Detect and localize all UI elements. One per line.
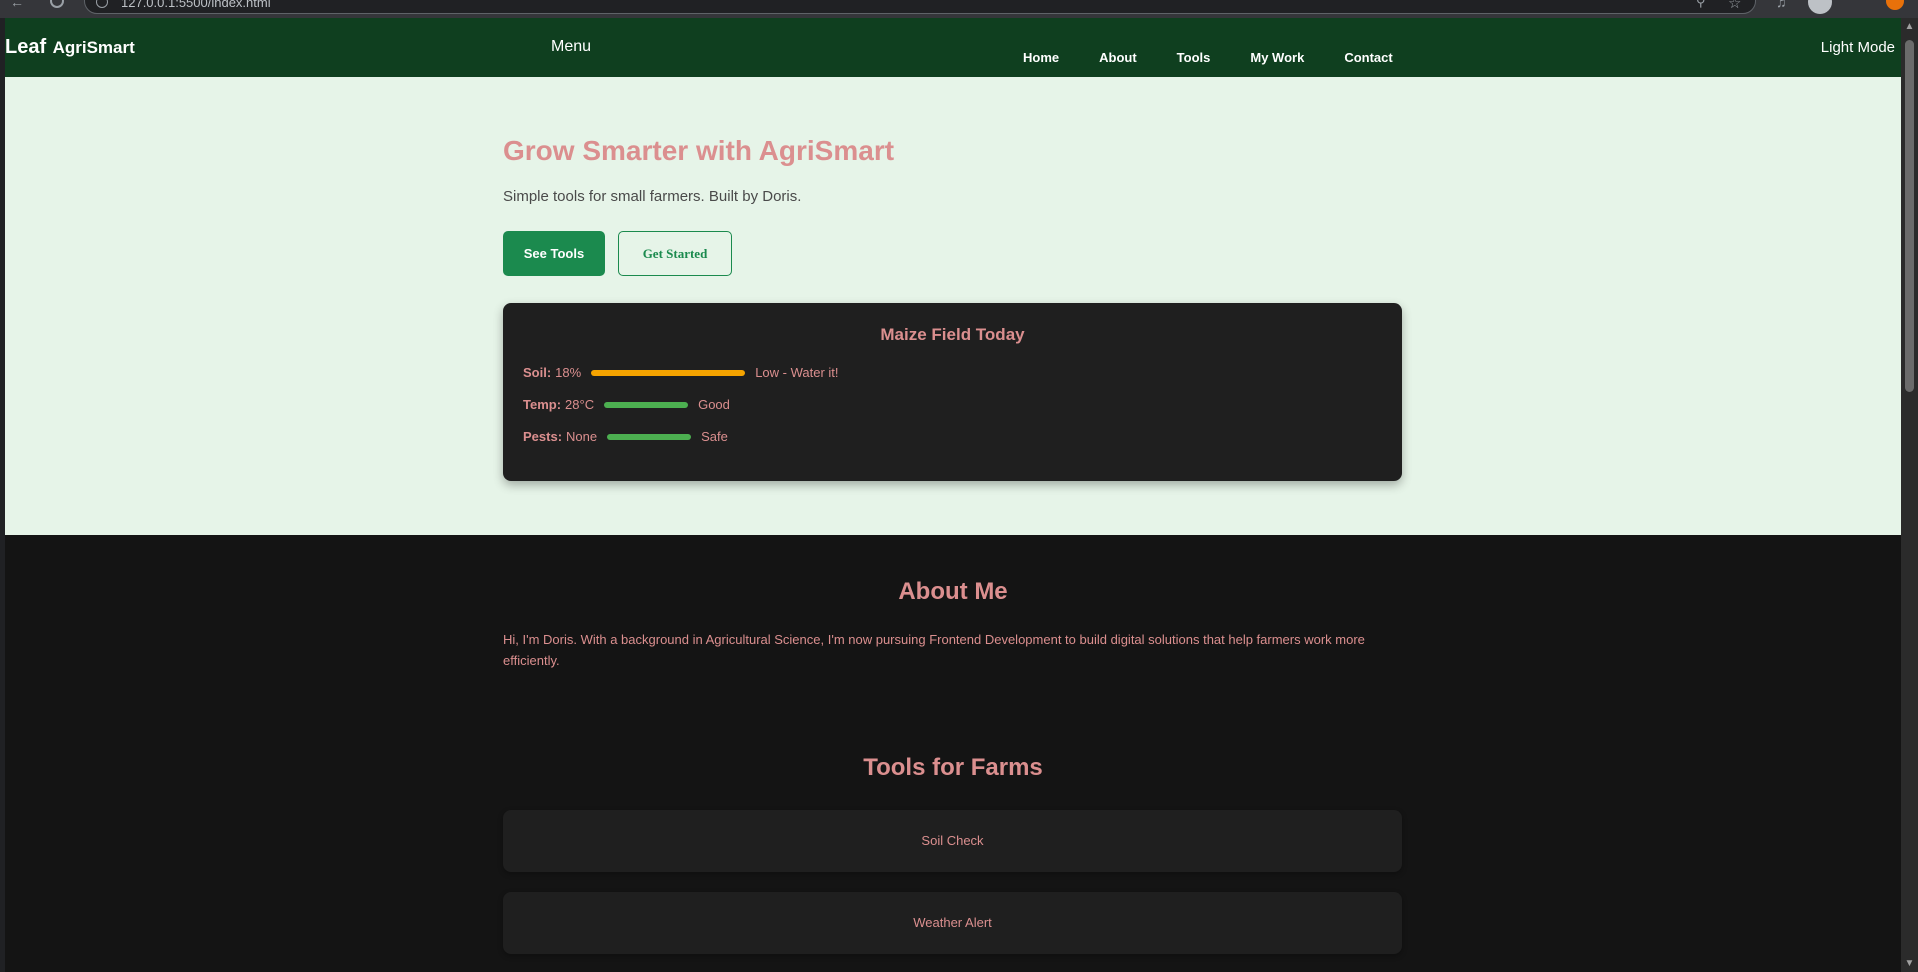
stat-value: 28°C bbox=[565, 397, 595, 412]
hero-section: Grow Smarter with AgriSmart Simple tools… bbox=[5, 77, 1901, 535]
zoom-icon[interactable]: ⚲ bbox=[1696, 0, 1710, 9]
nav-about[interactable]: About bbox=[1099, 50, 1137, 65]
field-card-title: Maize Field Today bbox=[880, 325, 1025, 344]
media-control-icon[interactable]: ♫ bbox=[1776, 0, 1790, 10]
about-title: About Me bbox=[898, 578, 1008, 605]
page-viewport: Leaf AgriSmart Menu Home About Tools My … bbox=[5, 18, 1901, 972]
nav-contact[interactable]: Contact bbox=[1344, 50, 1392, 65]
stat-label: Soil: bbox=[523, 365, 552, 380]
tools-title: Tools for Farms bbox=[863, 754, 1043, 781]
hero-title: Grow Smarter with AgriSmart bbox=[503, 135, 895, 166]
address-bar[interactable]: 127.0.0.1:5500/index.html bbox=[84, 0, 1756, 14]
stat-label: Temp: bbox=[523, 397, 562, 412]
temp-level-bar bbox=[604, 401, 689, 408]
nav-my-work[interactable]: My Work bbox=[1250, 50, 1304, 65]
scroll-down-icon[interactable]: ▼ bbox=[1901, 955, 1918, 972]
pests-level-bar bbox=[607, 433, 692, 440]
page-scrollbar[interactable]: ▲ ▼ bbox=[1901, 18, 1918, 972]
pests-stat-row: Pests: None Safe bbox=[523, 429, 728, 444]
reload-icon[interactable] bbox=[50, 0, 64, 8]
soil-level-bar bbox=[591, 369, 746, 376]
extension-icon[interactable] bbox=[1886, 0, 1904, 10]
field-status-card: Maize Field Today Soil: 18% Low - Water … bbox=[503, 303, 1402, 481]
scroll-thumb[interactable] bbox=[1905, 40, 1914, 392]
nav-home[interactable]: Home bbox=[1023, 50, 1059, 65]
site-header: Leaf AgriSmart Menu Home About Tools My … bbox=[5, 18, 1901, 77]
brand-name: AgriSmart bbox=[52, 38, 135, 57]
nav-tools[interactable]: Tools bbox=[1177, 50, 1211, 65]
about-text: Hi, I'm Doris. With a background in Agri… bbox=[503, 632, 1365, 668]
stat-status: Safe bbox=[701, 429, 728, 444]
back-icon[interactable]: ← bbox=[10, 0, 24, 10]
leaf-icon: Leaf bbox=[5, 36, 47, 58]
soil-stat-row: Soil: 18% Low - Water it! bbox=[523, 365, 839, 380]
get-started-button[interactable]: Get Started bbox=[618, 231, 732, 276]
tool-card-weather-alert[interactable]: Weather Alert bbox=[503, 892, 1402, 954]
hero-subtitle: Simple tools for small farmers. Built by… bbox=[503, 188, 802, 205]
scroll-up-icon[interactable]: ▲ bbox=[1901, 18, 1918, 35]
stat-value: 18% bbox=[555, 365, 582, 380]
site-logo[interactable]: Leaf AgriSmart bbox=[5, 36, 135, 59]
menu-toggle-button[interactable]: Menu bbox=[551, 38, 591, 56]
stat-status: Low - Water it! bbox=[755, 365, 839, 380]
bookmark-star-icon[interactable]: ☆ bbox=[1728, 0, 1742, 12]
browser-chrome: ← 127.0.0.1:5500/index.html ⚲ ☆ ♫ bbox=[0, 0, 1918, 18]
stat-value: None bbox=[566, 429, 598, 444]
stat-status: Good bbox=[698, 397, 730, 412]
main-nav: Home About Tools My Work Contact bbox=[1023, 50, 1393, 65]
url-text[interactable]: 127.0.0.1:5500/index.html bbox=[121, 0, 271, 10]
see-tools-button[interactable]: See Tools bbox=[503, 231, 605, 276]
stat-label: Pests: bbox=[523, 429, 563, 444]
theme-toggle-button[interactable]: Light Mode bbox=[1821, 39, 1895, 56]
profile-avatar[interactable] bbox=[1808, 0, 1832, 14]
tool-card-soil-check[interactable]: Soil Check bbox=[503, 810, 1402, 872]
temp-stat-row: Temp: 28°C Good bbox=[523, 397, 730, 412]
